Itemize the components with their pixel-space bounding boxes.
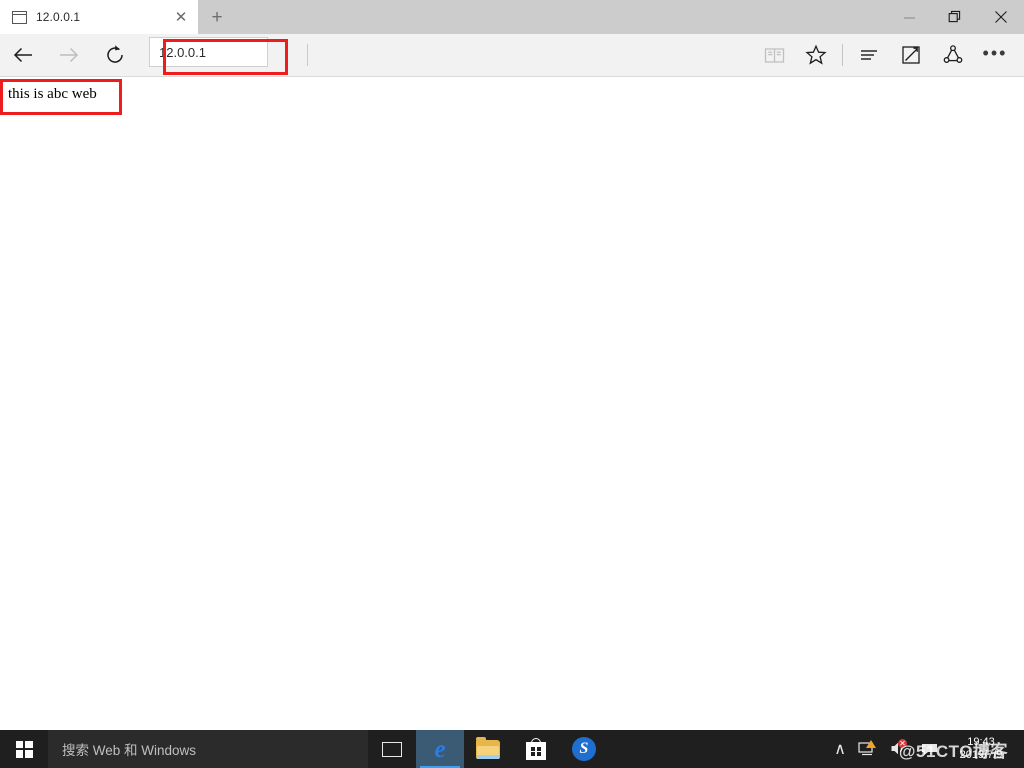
network-button[interactable] — [852, 730, 884, 768]
network-warning-icon — [858, 740, 878, 757]
refresh-icon — [107, 45, 123, 63]
tab-title: 12.0.0.1 — [36, 10, 81, 24]
reading-view-button[interactable] — [753, 34, 795, 76]
web-note-icon — [902, 46, 920, 64]
tab-strip: 12.0.0.1 ✕ + — [0, 0, 1024, 34]
task-view-icon — [382, 741, 402, 757]
ime-icon — [922, 743, 937, 755]
more-icon: ••• — [982, 42, 1008, 63]
browser-toolbar: 12.0.0.1 ••• — [0, 34, 1024, 77]
start-button[interactable] — [0, 730, 48, 768]
share-button[interactable] — [932, 34, 974, 76]
hub-icon — [861, 50, 877, 60]
ime-button[interactable] — [915, 730, 944, 768]
taskbar-item-store[interactable] — [512, 730, 560, 768]
close-button[interactable] — [978, 0, 1024, 34]
close-icon[interactable]: ✕ — [164, 0, 198, 34]
screen: 12.0.0.1 ✕ + 12.0.0.1 ••• this is abc we… — [0, 0, 1024, 768]
taskbar-item-edge[interactable]: e — [416, 730, 464, 768]
window-controls — [886, 0, 1024, 34]
page-content: this is abc web — [0, 77, 1024, 731]
browser-tab[interactable]: 12.0.0.1 ✕ — [0, 0, 198, 34]
minimize-button[interactable] — [886, 0, 932, 34]
task-view-button[interactable] — [368, 730, 416, 768]
taskbar-search-input[interactable]: 搜索 Web 和 Windows — [48, 730, 368, 768]
back-button[interactable] — [0, 34, 46, 76]
windows-start-icon — [15, 740, 33, 758]
toolbar-actions: ••• — [753, 34, 1024, 76]
page-body-text: this is abc web — [8, 86, 97, 102]
address-bar-text: 12.0.0.1 — [159, 44, 206, 60]
web-note-button[interactable] — [890, 34, 932, 76]
plus-icon: + — [211, 6, 223, 28]
more-button[interactable]: ••• — [974, 34, 1016, 76]
windows-taskbar: 搜索 Web 和 Windows e S ∧ ✕ 19:43 2019/7/9 … — [0, 730, 1024, 768]
reading-view-icon — [764, 47, 784, 63]
favorites-button[interactable] — [795, 34, 837, 76]
minimize-icon — [903, 16, 915, 19]
taskbar-item-sogou[interactable]: S — [560, 730, 608, 768]
back-arrow-icon — [13, 47, 32, 63]
address-bar-divider — [307, 44, 308, 66]
taskbar-search-placeholder: 搜索 Web 和 Windows — [62, 743, 197, 758]
address-bar[interactable]: 12.0.0.1 — [149, 37, 268, 67]
sogou-browser-icon: S — [572, 737, 596, 761]
volume-button[interactable]: ✕ — [884, 730, 915, 768]
hub-button[interactable] — [848, 34, 890, 76]
toolbar-divider — [842, 44, 843, 66]
forward-button[interactable] — [46, 34, 92, 76]
restore-button[interactable] — [932, 0, 978, 34]
restore-icon — [948, 10, 961, 23]
favorites-star-icon — [805, 44, 827, 65]
share-icon — [943, 45, 963, 63]
chevron-up-icon: ∧ — [834, 741, 846, 758]
browser-window: 12.0.0.1 ✕ + 12.0.0.1 ••• this is abc we… — [0, 0, 1024, 731]
taskbar-clock[interactable]: 19:43 2019/7/9 — [944, 730, 1022, 768]
close-icon — [995, 11, 1007, 23]
file-explorer-icon — [476, 737, 500, 759]
system-tray: ∧ ✕ 19:43 2019/7/9 — [828, 730, 1024, 768]
clock-date: 2019/7/9 — [959, 749, 1003, 761]
volume-muted-icon: ✕ — [890, 739, 909, 757]
show-hidden-icons-button[interactable]: ∧ — [828, 730, 852, 768]
refresh-button[interactable] — [92, 34, 138, 76]
new-tab-button[interactable]: + — [198, 0, 236, 34]
forward-arrow-icon — [60, 47, 79, 63]
window-icon — [12, 10, 27, 24]
clock-time: 19:43 — [967, 736, 995, 748]
taskbar-item-file-explorer[interactable] — [464, 730, 512, 768]
edge-icon: e — [434, 735, 446, 763]
microsoft-store-icon — [526, 738, 546, 760]
address-bar-container: 12.0.0.1 — [146, 34, 753, 76]
